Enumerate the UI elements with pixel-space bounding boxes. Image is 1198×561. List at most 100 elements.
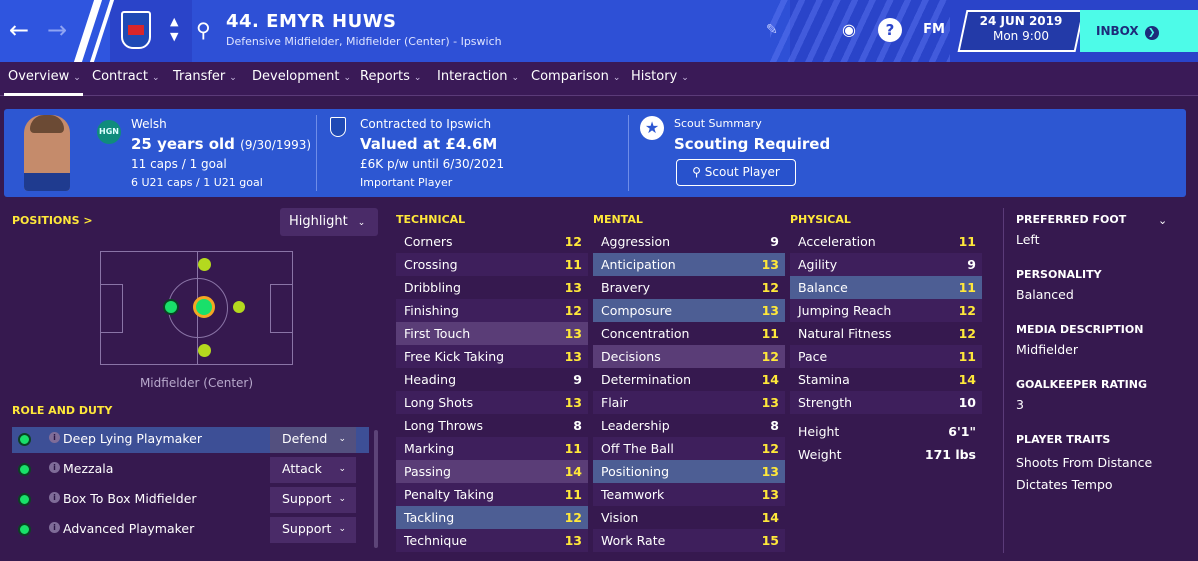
physical-attribute-row[interactable]: Acceleration 11 — [790, 230, 982, 253]
scout-player-button[interactable]: ⚲ Scout Player — [676, 159, 796, 186]
role-name: Box To Box Midfielder — [63, 491, 197, 506]
duty-dropdown[interactable]: Defend ⌄ — [270, 427, 356, 453]
nationality[interactable]: Welsh — [131, 117, 167, 131]
duty-dropdown[interactable]: Support ⌄ — [270, 487, 356, 513]
mental-attribute-row[interactable]: Bravery 12 — [593, 276, 785, 299]
box-line — [101, 284, 123, 285]
role-row[interactable]: i Advanced Playmaker Support ⌄ — [12, 517, 369, 543]
globe-icon[interactable]: ◉ — [837, 18, 861, 42]
player-trait[interactable]: Shoots From Distance — [1016, 455, 1152, 470]
roles-scrollbar[interactable] — [374, 430, 378, 548]
mental-attribute-row[interactable]: Aggression 9 — [593, 230, 785, 253]
attribute-name: Positioning — [601, 464, 669, 479]
attribute-name: Stamina — [798, 372, 850, 387]
info-icon[interactable]: i — [49, 522, 60, 533]
role-row[interactable]: i Deep Lying Playmaker Defend ⌄ — [12, 427, 369, 453]
tab-label: Comparison — [531, 69, 609, 84]
divider — [628, 115, 629, 191]
attribute-value: 9 — [967, 257, 976, 272]
mental-attribute-row[interactable]: Positioning 13 — [593, 460, 785, 483]
tab-interaction[interactable]: Interaction ⌄ — [437, 69, 519, 84]
physical-attribute-row[interactable]: Stamina 14 — [790, 368, 982, 391]
physical-attribute-row[interactable]: Balance 11 — [790, 276, 982, 299]
role-name: Mezzala — [63, 461, 114, 476]
mental-attribute-row[interactable]: Leadership 8 — [593, 414, 785, 437]
technical-attribute-row[interactable]: Corners 12 — [396, 230, 588, 253]
player-switch-arrows[interactable]: ▲ ▼ — [170, 14, 178, 44]
duty-dropdown[interactable]: Support ⌄ — [270, 517, 356, 543]
tab-transfer[interactable]: Transfer ⌄ — [173, 69, 237, 84]
physical-attribute-row[interactable]: Natural Fitness 12 — [790, 322, 982, 345]
position-dot-mc-left — [163, 299, 179, 315]
physical-attribute-row[interactable]: Jumping Reach 12 — [790, 299, 982, 322]
date-of-birth: (9/30/1993) — [240, 138, 312, 152]
duty-label: Support — [282, 491, 332, 506]
positions-title[interactable]: POSITIONS > — [12, 214, 93, 227]
physical-attribute-row[interactable]: Agility 9 — [790, 253, 982, 276]
inbox-button[interactable]: INBOX ❯ — [1080, 10, 1198, 52]
club-crest-small — [330, 117, 346, 137]
club-crest[interactable] — [121, 11, 151, 49]
help-icon[interactable]: ? — [878, 18, 902, 42]
chevron-down-icon: ⌄ — [357, 218, 366, 228]
duty-dropdown[interactable]: Attack ⌄ — [270, 457, 356, 483]
mental-attribute-row[interactable]: Concentration 11 — [593, 322, 785, 345]
technical-attribute-row[interactable]: Technique 13 — [396, 529, 588, 552]
technical-attribute-row[interactable]: Finishing 12 — [396, 299, 588, 322]
technical-attribute-row[interactable]: Long Throws 8 — [396, 414, 588, 437]
tab-development[interactable]: Development ⌄ — [252, 69, 351, 84]
info-icon[interactable]: i — [49, 492, 60, 503]
mental-attribute-row[interactable]: Anticipation 13 — [593, 253, 785, 276]
info-icon[interactable]: i — [49, 462, 60, 473]
technical-title: TECHNICAL — [396, 213, 466, 226]
mental-attribute-row[interactable]: Decisions 12 — [593, 345, 785, 368]
technical-attribute-row[interactable]: Penalty Taking 11 — [396, 483, 588, 506]
player-trait[interactable]: Dictates Tempo — [1016, 477, 1113, 492]
physical-attribute-row[interactable]: Pace 11 — [790, 345, 982, 368]
mental-attribute-row[interactable]: Teamwork 13 — [593, 483, 785, 506]
attribute-value: 14 — [564, 464, 582, 479]
forward-arrow-icon[interactable]: → — [44, 18, 70, 44]
attribute-value: 9 — [770, 234, 779, 249]
player-avatar — [24, 115, 70, 191]
role-row[interactable]: i Box To Box Midfielder Support ⌄ — [12, 487, 369, 513]
tab-contract[interactable]: Contract ⌄ — [92, 69, 159, 84]
fm-menu-button[interactable]: FM — [920, 18, 948, 42]
goalkeeper-rating-title: GOALKEEPER RATING — [1016, 378, 1147, 391]
mental-attribute-row[interactable]: Vision 14 — [593, 506, 785, 529]
attribute-name: Aggression — [601, 234, 671, 249]
time-text: Mon 9:00 — [992, 29, 1050, 43]
mental-attribute-row[interactable]: Flair 13 — [593, 391, 785, 414]
attribute-name: Composure — [601, 303, 673, 318]
technical-attribute-row[interactable]: Heading 9 — [396, 368, 588, 391]
physical-attribute-row[interactable]: Strength 10 — [790, 391, 982, 414]
attribute-name: Technique — [404, 533, 467, 548]
technical-attribute-row[interactable]: Crossing 11 — [396, 253, 588, 276]
tab-overview[interactable]: Overview ⌄ — [8, 69, 81, 84]
attribute-name: Work Rate — [601, 533, 666, 548]
info-icon[interactable]: i — [49, 432, 60, 443]
tab-reports[interactable]: Reports ⌄ — [360, 69, 421, 84]
technical-attribute-row[interactable]: Passing 14 — [396, 460, 588, 483]
technical-attribute-row[interactable]: First Touch 13 — [396, 322, 588, 345]
technical-attribute-row[interactable]: Tackling 12 — [396, 506, 588, 529]
mental-attribute-row[interactable]: Work Rate 15 — [593, 529, 785, 552]
technical-attribute-row[interactable]: Dribbling 13 — [396, 276, 588, 299]
role-row[interactable]: i Mezzala Attack ⌄ — [12, 457, 369, 483]
chevron-down-icon: ⌄ — [338, 434, 346, 444]
chevron-down-icon: ⌄ — [73, 73, 81, 83]
technical-attribute-row[interactable]: Free Kick Taking 13 — [396, 345, 588, 368]
highlight-dropdown[interactable]: Highlight ⌄ — [280, 208, 378, 236]
tab-history[interactable]: History ⌄ — [631, 69, 689, 84]
back-arrow-icon[interactable]: ← — [6, 18, 32, 44]
technical-attribute-row[interactable]: Long Shots 13 — [396, 391, 588, 414]
attribute-value: 13 — [761, 303, 779, 318]
mental-attribute-row[interactable]: Determination 14 — [593, 368, 785, 391]
player-name: 44. EMYR HUWS — [226, 11, 397, 32]
chevron-down-icon[interactable]: ⌄ — [1158, 214, 1167, 227]
mental-attribute-row[interactable]: Off The Ball 12 — [593, 437, 785, 460]
technical-attribute-row[interactable]: Marking 11 — [396, 437, 588, 460]
search-icon[interactable]: ⚲ — [196, 18, 211, 42]
tab-comparison[interactable]: Comparison ⌄ — [531, 69, 620, 84]
mental-attribute-row[interactable]: Composure 13 — [593, 299, 785, 322]
